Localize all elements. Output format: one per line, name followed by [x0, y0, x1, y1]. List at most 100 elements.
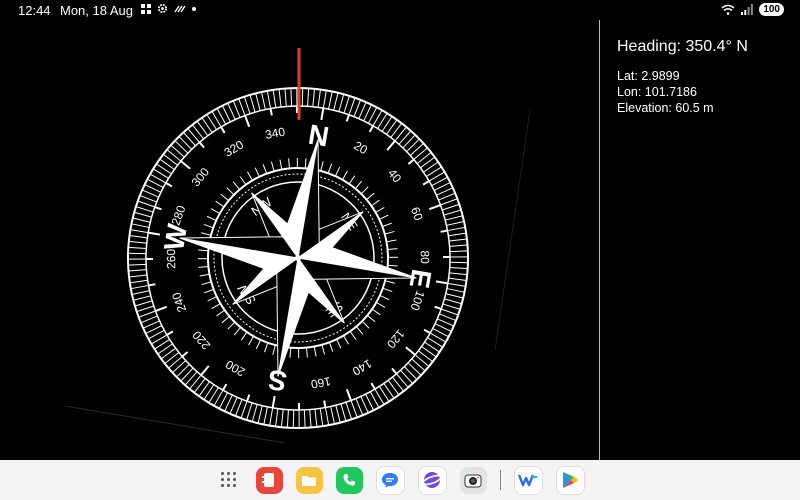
dial-tick: [131, 223, 150, 228]
dial-tick: [447, 226, 466, 232]
play-store-app-icon[interactable]: [555, 465, 585, 495]
dial-tick: [275, 408, 279, 427]
elevation-readout: Elevation: 60.5 m: [617, 101, 714, 115]
dial-tick: [163, 153, 178, 166]
files-app-icon[interactable]: [295, 466, 323, 494]
dial-tick: [246, 402, 253, 421]
dial-tick: [240, 401, 248, 419]
dial-tick: [130, 284, 149, 290]
rose-tick: [371, 199, 380, 207]
notes-app-icon[interactable]: [255, 466, 283, 494]
settings-notification-icon: [157, 3, 168, 14]
rose-tick: [367, 314, 376, 323]
rose-tick: [220, 193, 229, 202]
major-tick: [269, 108, 273, 116]
rose-tick: [288, 158, 291, 169]
dial-tick: [182, 132, 196, 147]
compass-dial[interactable]: 20 40 60 80 100 120 140 160 200 220 240 260 280 300 32…: [118, 38, 478, 448]
major-tick: [345, 114, 350, 122]
rose-tick: [248, 336, 254, 346]
major-tick: [148, 283, 156, 287]
major-tick: [298, 402, 301, 411]
dial-tick: [292, 409, 295, 428]
status-bar: 12:44 Mon, 18 Aug 100: [0, 0, 800, 20]
dial-tick: [255, 93, 261, 111]
dial-tick: [216, 108, 227, 125]
grid-notification-icon: [141, 3, 151, 14]
latitude-readout: Lat: 2.9899: [617, 69, 680, 83]
messages-app-icon[interactable]: [375, 465, 405, 495]
major-tick: [345, 388, 352, 401]
panel-divider: [599, 20, 600, 460]
dial-tick: [137, 200, 155, 208]
major-tick: [180, 160, 191, 170]
rose-tick: [387, 256, 399, 258]
rose-tick: [343, 335, 350, 345]
dial-tick: [128, 252, 147, 255]
rose-tick: [206, 215, 217, 221]
dial-tick: [333, 92, 339, 111]
major-tick: [155, 305, 168, 312]
dial-tick: [251, 404, 258, 422]
dial-tick: [414, 354, 430, 367]
degree-label: 340: [264, 125, 287, 142]
wps-app-icon[interactable]: [513, 465, 543, 495]
degree-label: 40: [385, 166, 405, 185]
rose-tick: [379, 214, 389, 220]
dial-tick: [307, 88, 310, 107]
notification-icons: [141, 3, 196, 14]
major-tick: [368, 125, 374, 133]
dial-tick: [129, 274, 148, 278]
dial-tick: [447, 282, 466, 287]
dial-tick: [423, 161, 439, 173]
dial-tick: [309, 409, 312, 428]
rose-tick: [321, 344, 326, 355]
major-tick: [407, 158, 415, 165]
rose-tick: [384, 280, 395, 284]
dial-tick: [133, 295, 151, 301]
dial-tick: [261, 91, 266, 110]
rose-tick: [313, 346, 317, 357]
dial-tick: [444, 298, 462, 305]
dial-tick: [379, 386, 390, 402]
dial-tick: [383, 383, 395, 399]
dial-tick: [145, 325, 163, 335]
dial-tick: [448, 277, 467, 281]
dial-tick: [365, 393, 375, 411]
dial-tick: [157, 343, 173, 355]
major-tick: [435, 280, 449, 285]
dial-tick: [139, 194, 157, 203]
dial-tick: [392, 376, 404, 392]
dial-tick: [439, 313, 457, 322]
phone-app-icon[interactable]: [335, 466, 363, 494]
internet-app-icon[interactable]: [417, 465, 447, 495]
rose-tick: [221, 315, 230, 324]
rose-tick: [232, 181, 241, 190]
dial-tick: [284, 88, 287, 107]
rose-tick: [270, 161, 275, 172]
dial-tick: [198, 381, 210, 397]
dial-tick: [201, 117, 213, 133]
dial-tick: [409, 142, 424, 156]
major-tick: [166, 330, 174, 336]
dial-tick: [448, 238, 467, 242]
status-time: 12:44: [18, 3, 51, 18]
dial-tick: [449, 256, 468, 258]
dial-tick: [449, 261, 468, 264]
dial-tick: [312, 88, 316, 107]
dial-tick: [206, 114, 217, 130]
rose-tick: [204, 288, 214, 294]
major-tick: [428, 204, 441, 211]
major-tick: [220, 126, 226, 134]
dial-tick: [416, 152, 432, 164]
dial-tick: [174, 140, 189, 154]
dial-tick: [317, 89, 321, 108]
degree-label: 300: [188, 165, 212, 190]
app-drawer-icon[interactable]: [216, 467, 243, 494]
major-tick: [391, 367, 398, 375]
dial-tick: [328, 91, 333, 110]
dial-tick: [390, 123, 403, 138]
dial-tick: [128, 240, 147, 244]
camera-app-icon[interactable]: [459, 466, 487, 494]
rose-tick: [349, 331, 357, 340]
